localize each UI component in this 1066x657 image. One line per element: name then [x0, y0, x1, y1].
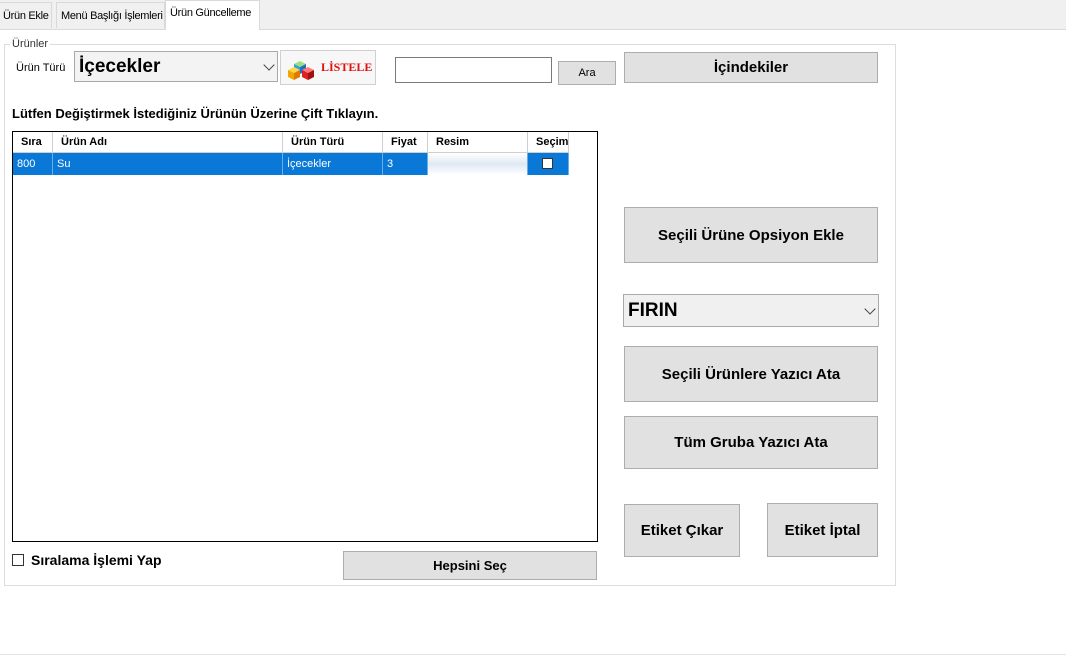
assign-printer-selected-label: Seçili Ürünlere Yazıcı Ata	[661, 365, 841, 383]
tab-strip: Ürün Ekle Menü Başlığı İşlemleri Ürün Gü…	[0, 0, 1066, 30]
column-header-urun-adi[interactable]: Ürün Adı	[53, 132, 283, 153]
groupbox-legend: Ürünler	[10, 38, 51, 50]
cell-urun-turu: İçecekler	[283, 153, 383, 175]
printer-select-value: FIRIN	[628, 300, 678, 321]
column-header-sira[interactable]: Sıra	[13, 132, 53, 153]
cell-urun-adi: Su	[53, 153, 283, 175]
assign-printer-selected-button[interactable]: Seçili Ürünlere Yazıcı Ata	[624, 346, 878, 402]
instruction-text: Lütfen Değiştirmek İstediğiniz Ürünün Üz…	[12, 106, 379, 121]
tab-label: Ürün Ekle	[3, 10, 49, 22]
products-grid[interactable]: Sıra Ürün Adı Ürün Türü Fiyat Resim Seçi…	[12, 131, 598, 542]
search-input[interactable]	[395, 57, 552, 83]
add-option-button[interactable]: Seçili Ürüne Opsiyon Ekle	[624, 207, 878, 263]
cell-fiyat: 3	[383, 153, 428, 175]
sort-checkbox-label: Sıralama İşlemi Yap	[31, 552, 162, 568]
select-all-button-label: Hepsini Seç	[433, 558, 507, 573]
product-type-label: Ürün Türü	[16, 62, 66, 74]
assign-printer-group-button[interactable]: Tüm Gruba Yazıcı Ata	[624, 416, 878, 469]
tab-label: Ürün Güncelleme	[170, 7, 252, 19]
column-header-fiyat[interactable]: Fiyat	[383, 132, 428, 153]
chevron-down-icon	[263, 58, 275, 71]
table-row[interactable]: 800 Su İçecekler 3	[13, 153, 569, 175]
cubes-icon	[288, 60, 314, 80]
cancel-label-button[interactable]: Etiket İptal	[767, 503, 878, 557]
list-button[interactable]: LİSTELE	[280, 50, 376, 85]
product-type-select[interactable]: İçecekler	[74, 51, 278, 82]
row-select-checkbox[interactable]	[542, 158, 553, 169]
printer-select[interactable]: FIRIN	[623, 294, 879, 327]
ingredients-button[interactable]: İçindekiler	[624, 52, 878, 83]
list-button-label: LİSTELE	[321, 60, 373, 74]
tab-menu-basligi[interactable]: Menü Başlığı İşlemleri	[56, 2, 165, 28]
product-type-value: İçecekler	[79, 56, 161, 77]
cancel-label-button-label: Etiket İptal	[784, 521, 861, 539]
tab-urun-ekle[interactable]: Ürün Ekle	[0, 2, 52, 28]
cell-secim	[528, 153, 569, 175]
search-button[interactable]: Ara	[558, 61, 616, 85]
column-header-urun-turu[interactable]: Ürün Türü	[283, 132, 383, 153]
tab-urun-guncelleme[interactable]: Ürün Güncelleme	[165, 0, 260, 30]
print-label-button[interactable]: Etiket Çıkar	[624, 504, 740, 557]
search-button-label: Ara	[578, 67, 596, 79]
chevron-down-icon	[864, 302, 876, 315]
assign-printer-group-label: Tüm Gruba Yazıcı Ata	[674, 434, 828, 451]
select-all-button[interactable]: Hepsini Seç	[343, 551, 597, 580]
column-header-resim[interactable]: Resim	[428, 132, 528, 153]
cell-resim-image	[428, 153, 528, 175]
tab-label: Menü Başlığı İşlemleri	[61, 10, 163, 22]
ingredients-button-label: İçindekiler	[713, 59, 789, 76]
sort-checkbox[interactable]	[12, 554, 24, 566]
add-option-button-label: Seçili Ürüne Opsiyon Ekle	[658, 226, 844, 244]
column-header-secim[interactable]: Seçim	[528, 132, 569, 153]
cell-sira: 800	[13, 153, 53, 175]
print-label-button-label: Etiket Çıkar	[640, 522, 724, 539]
bottom-divider	[0, 654, 1066, 655]
